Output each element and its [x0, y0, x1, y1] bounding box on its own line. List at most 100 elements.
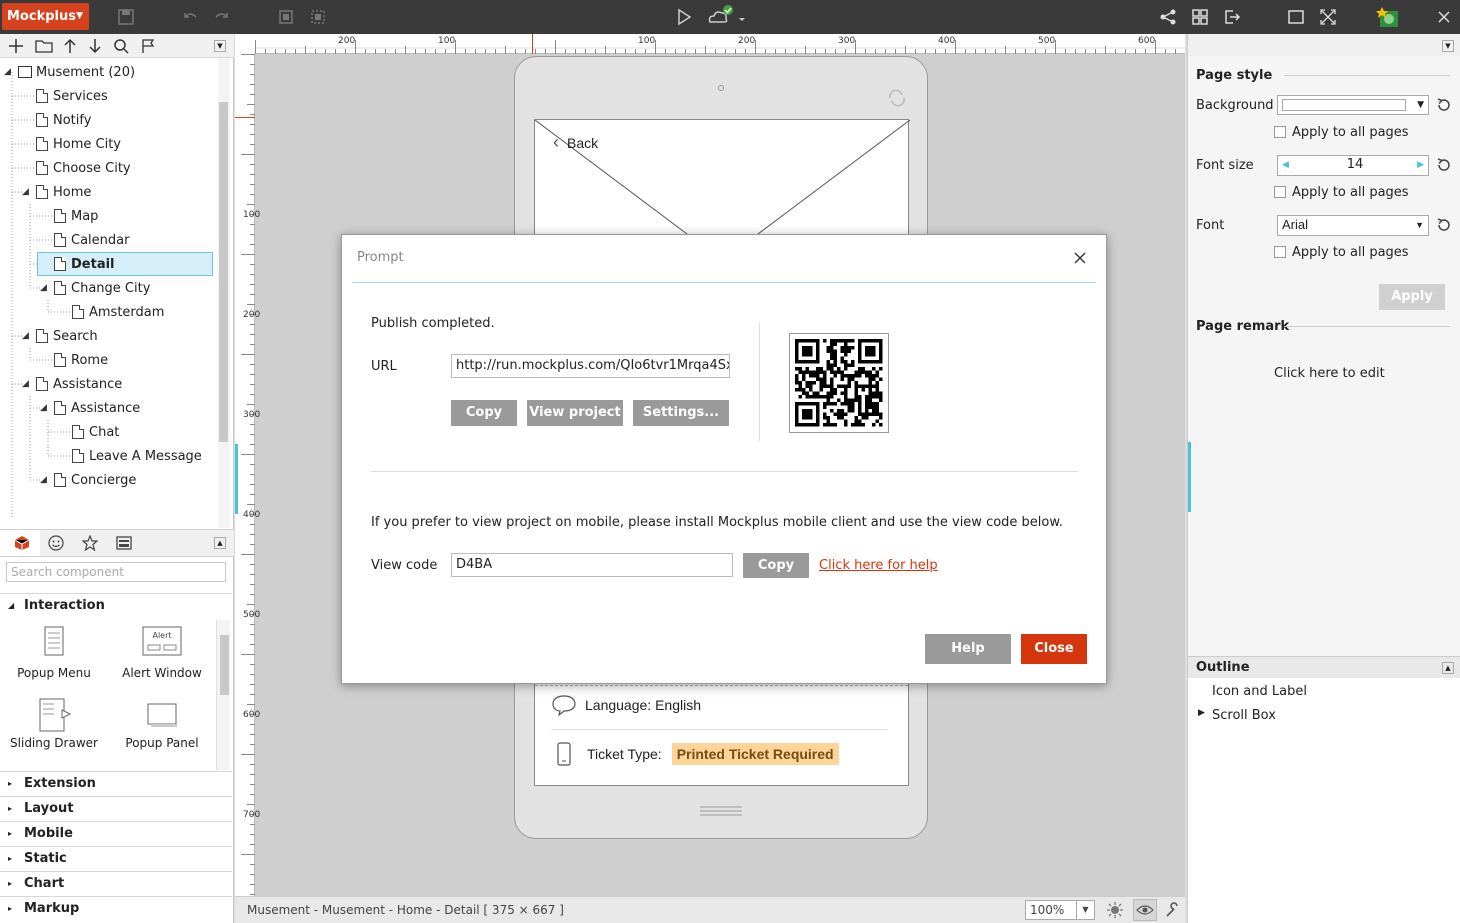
section-layout[interactable]: ▸ Layout: [0, 796, 232, 820]
collapse-panel-icon[interactable]: ▼: [1442, 40, 1454, 52]
close-button[interactable]: Close: [1021, 634, 1087, 664]
copy-url-button[interactable]: Copy: [451, 400, 517, 426]
url-field[interactable]: http://run.mockplus.com/QIo6tvr1Mrqa4Sxk…: [451, 354, 730, 378]
copy-code-button[interactable]: Copy: [743, 553, 809, 578]
tree-item-amsterdam[interactable]: Amsterdam: [72, 301, 164, 323]
cloud-publish-icon[interactable]: [706, 5, 746, 29]
background-color-picker[interactable]: ▼: [1277, 95, 1429, 115]
zoom-select[interactable]: 100% ▼: [1025, 900, 1095, 920]
reset-icon[interactable]: [1436, 157, 1452, 173]
expand-triangle-icon[interactable]: ◢: [40, 283, 47, 293]
move-up-icon[interactable]: [62, 38, 78, 54]
run-preview-icon[interactable]: [672, 5, 696, 29]
tree-item-chat[interactable]: Chat: [72, 421, 119, 443]
group-icon[interactable]: [274, 5, 298, 29]
component-popup-menu[interactable]: Popup Menu: [4, 626, 104, 680]
tree-item-leave-a-message[interactable]: Leave A Message: [72, 445, 202, 467]
component-popup-panel[interactable]: Popup Panel: [112, 698, 212, 750]
expand-triangle-icon[interactable]: ◢: [22, 379, 29, 389]
save-icon[interactable]: [114, 5, 138, 29]
window-icon[interactable]: [1284, 5, 1308, 29]
collapse-outline-icon[interactable]: ▲: [1442, 662, 1454, 674]
section-extension[interactable]: ▸ Extension: [0, 771, 232, 795]
tree-scrollbar[interactable]: [218, 58, 230, 528]
smiley-icon[interactable]: [48, 535, 64, 551]
tree-item-notify[interactable]: Notify: [36, 109, 91, 131]
tab-components[interactable]: [0, 530, 40, 556]
expand-triangle-icon[interactable]: ◢: [22, 187, 29, 197]
folder-icon[interactable]: [35, 38, 53, 54]
help-link[interactable]: Click here for help: [819, 558, 938, 573]
fullscreen-icon[interactable]: [1316, 5, 1340, 29]
eye-icon[interactable]: [1133, 899, 1157, 921]
section-chart[interactable]: ▸ Chart: [0, 871, 232, 895]
component-sliding-drawer[interactable]: Sliding Drawer: [4, 698, 104, 750]
brightness-icon[interactable]: [1107, 902, 1123, 918]
share-icon[interactable]: [1156, 5, 1180, 29]
font-select[interactable]: Arial ▼: [1277, 215, 1429, 236]
tree-item-musement[interactable]: ◢ Musement (20): [4, 61, 135, 83]
move-down-icon[interactable]: [87, 38, 103, 54]
apply-all-checkbox[interactable]: [1274, 186, 1286, 198]
view-project-button[interactable]: View project: [527, 400, 623, 426]
component-alert-window[interactable]: Alert Alert Window: [112, 626, 212, 680]
tree-item-concierge[interactable]: ◢ Concierge: [40, 469, 136, 491]
component-scrollbar-thumb[interactable]: [220, 635, 229, 695]
star-icon[interactable]: [82, 535, 98, 551]
left-splitter-handle[interactable]: [235, 444, 238, 514]
decrement-icon[interactable]: ◀: [1282, 156, 1289, 174]
font-size-stepper[interactable]: ◀ 14 ▶: [1277, 155, 1429, 176]
increment-icon[interactable]: ▶: [1417, 156, 1424, 174]
apply-all-checkbox[interactable]: [1274, 126, 1286, 138]
search-icon[interactable]: [113, 38, 129, 54]
close-icon[interactable]: [1074, 252, 1086, 264]
tree-item-search[interactable]: ◢ Search: [22, 325, 98, 347]
section-static[interactable]: ▸ Static: [0, 846, 232, 870]
expand-triangle-icon[interactable]: ◢: [40, 403, 47, 413]
component-search-input[interactable]: Search component: [6, 562, 226, 582]
expand-triangle-icon[interactable]: ◢: [40, 475, 47, 485]
component-scrollbar[interactable]: [216, 620, 230, 770]
outline-item[interactable]: Icon and Label: [1212, 684, 1307, 699]
right-splitter-handle[interactable]: [1188, 442, 1191, 512]
apply-button[interactable]: Apply: [1379, 284, 1445, 310]
app-menu-button[interactable]: Mockplus ▼: [2, 3, 89, 30]
collapse-components-icon[interactable]: ▲: [214, 537, 226, 549]
close-window-icon[interactable]: [1432, 5, 1456, 29]
tree-item-assistance[interactable]: ◢ Assistance: [22, 373, 122, 395]
expand-triangle-icon[interactable]: ◢: [22, 331, 29, 341]
section-mobile[interactable]: ▸ Mobile: [0, 821, 232, 845]
redo-icon[interactable]: [210, 5, 234, 29]
expand-triangle-icon[interactable]: ▶: [1198, 708, 1205, 718]
back-button[interactable]: ‹ Back: [553, 132, 598, 153]
section-interaction[interactable]: ◢ Interaction: [0, 593, 232, 617]
section-markup[interactable]: ▸ Markup: [0, 896, 232, 920]
tree-scrollbar-thumb[interactable]: [219, 102, 228, 442]
tree-item-services[interactable]: Services: [36, 85, 108, 107]
reset-icon[interactable]: [1436, 97, 1452, 113]
reset-icon[interactable]: [1436, 217, 1452, 233]
language-row[interactable]: Language: English: [551, 694, 701, 716]
tree-item-choose-city[interactable]: Choose City: [36, 157, 131, 179]
tree-item-home[interactable]: ◢ Home: [22, 181, 91, 203]
rotate-icon[interactable]: [887, 89, 907, 107]
tree-item-assistance-sub[interactable]: ◢ Assistance: [40, 397, 140, 419]
export-icon[interactable]: [1220, 5, 1244, 29]
collapse-panel-icon[interactable]: ▼: [214, 40, 226, 52]
outline-item[interactable]: Scroll Box: [1212, 708, 1276, 723]
settings-button[interactable]: Settings...: [633, 400, 729, 426]
wrench-icon[interactable]: [1165, 902, 1181, 918]
tree-item-change-city[interactable]: ◢ Change City: [40, 277, 150, 299]
ticket-row[interactable]: Ticket Type: Printed Ticket Required: [557, 742, 839, 766]
undo-icon[interactable]: [178, 5, 202, 29]
tree-item-rome[interactable]: Rome: [54, 349, 108, 371]
sitemap-icon[interactable]: [1188, 5, 1212, 29]
add-page-icon[interactable]: [8, 38, 24, 54]
avatar[interactable]: [1376, 5, 1400, 29]
tree-item-detail[interactable]: Detail: [37, 252, 213, 276]
master-icon[interactable]: [116, 535, 132, 551]
page-remark-editor[interactable]: Click here to edit: [1274, 366, 1385, 381]
apply-all-checkbox[interactable]: [1274, 246, 1286, 258]
tree-item-home-city[interactable]: Home City: [36, 133, 121, 155]
flag-icon[interactable]: [140, 38, 156, 54]
